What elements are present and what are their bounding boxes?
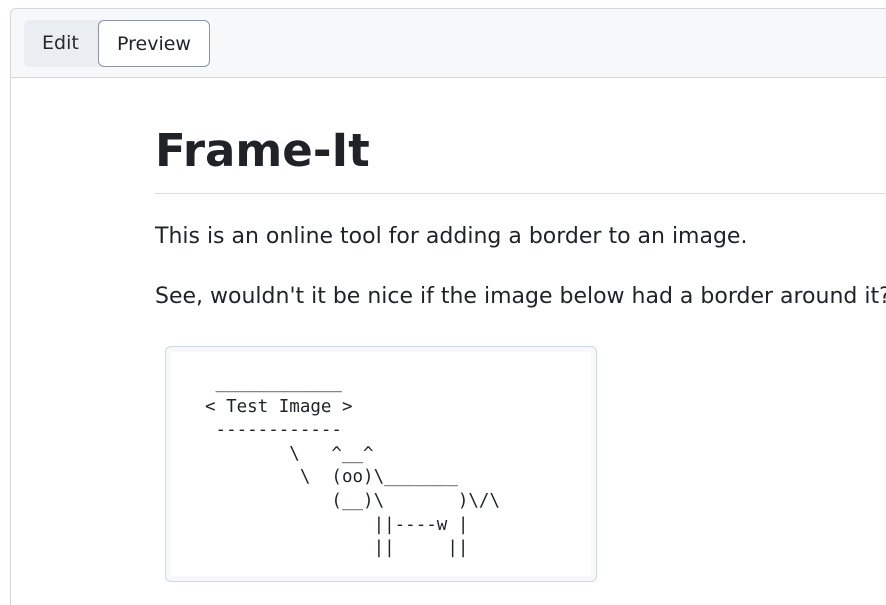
code-block: ____________ < Test Image > ------------… [165, 346, 597, 582]
tab-preview[interactable]: Preview [98, 20, 210, 67]
code-block-inner: ____________ < Test Image > ------------… [171, 352, 591, 576]
editor-tab-bar: Edit Preview [11, 9, 886, 78]
ascii-art-test-image: ____________ < Test Image > ------------… [205, 373, 501, 559]
tab-edit[interactable]: Edit [24, 20, 102, 67]
preview-content: Frame-It This is an online tool for addi… [155, 120, 886, 312]
question-paragraph: See, wouldn't it be nice if the image be… [155, 284, 886, 309]
page-title: Frame-It [155, 120, 886, 194]
intro-paragraph: This is an online tool for adding a bord… [155, 224, 748, 249]
